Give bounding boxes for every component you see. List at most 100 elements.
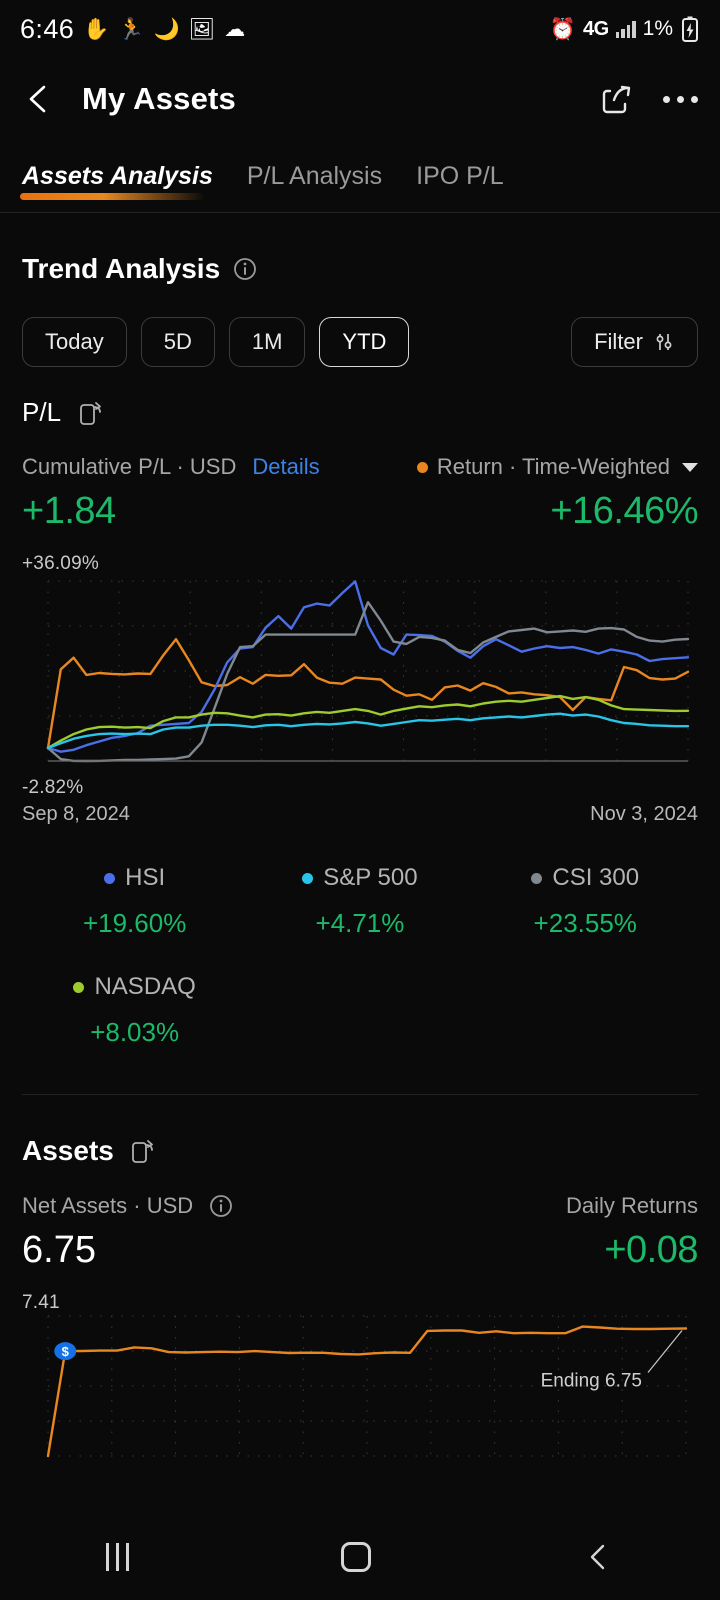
pl-label: P/L xyxy=(22,397,62,427)
daily-returns-group: Daily Returns xyxy=(566,1193,698,1219)
tab-assets-analysis[interactable]: Assets Analysis xyxy=(20,162,213,202)
page-title: My Assets xyxy=(82,81,236,116)
trend-title-row: Trend Analysis xyxy=(22,253,698,285)
assets-chart-svg: $ Ending 6.75 xyxy=(46,1315,688,1458)
legend-item-nasdaq[interactable]: NASDAQ +8.03% xyxy=(22,973,247,1048)
details-link[interactable]: Details xyxy=(252,454,319,480)
alarm-icon: ⏰ xyxy=(549,17,576,41)
image-icon: 🖼 xyxy=(188,17,216,41)
net-assets-group: Net Assets · USD xyxy=(22,1193,233,1219)
pl-values-row: +1.84 +16.46% xyxy=(22,490,698,533)
legend-csi300-value: +23.55% xyxy=(533,908,637,938)
return-dropdown[interactable]: Return · Time-Weighted xyxy=(416,454,698,480)
home-icon[interactable] xyxy=(341,1542,372,1572)
legend-item-csi300[interactable]: CSI 300 +23.55% xyxy=(473,864,698,939)
rotate-screen-icon[interactable] xyxy=(75,398,105,428)
battery-percent: 1% xyxy=(642,17,673,40)
net-assets-value: 6.75 xyxy=(22,1229,96,1271)
period-today[interactable]: Today xyxy=(22,317,127,367)
return-label: Return · Time-Weighted xyxy=(436,454,670,479)
legend-csi300-name: CSI 300 xyxy=(552,864,640,891)
network-type: 4G xyxy=(582,17,609,40)
legend-empty-1 xyxy=(247,973,472,1048)
back-icon[interactable] xyxy=(584,1542,614,1572)
legend-csi300-head: CSI 300 xyxy=(473,864,698,892)
status-time: 6:46 xyxy=(20,13,75,44)
section-divider xyxy=(22,1094,698,1095)
legend-sp500-head: S&P 500 xyxy=(247,864,472,892)
period-selector: Today 5D 1M YTD Filter xyxy=(22,317,698,367)
info-icon[interactable] xyxy=(233,257,257,281)
legend-sp500-name: S&P 500 xyxy=(323,864,418,891)
net-assets-label: Net Assets · USD xyxy=(22,1193,194,1218)
assets-title: Assets xyxy=(22,1135,114,1166)
assets-meta-row: Net Assets · USD Daily Returns xyxy=(22,1193,698,1219)
legend-dot-nasdaq xyxy=(73,981,85,993)
filter-label: Filter xyxy=(594,329,643,354)
signal-bars-icon xyxy=(615,20,636,38)
trend-legend: HSI +19.60% S&P 500 +4.71% CSI 300 +23.5… xyxy=(22,864,698,1048)
legend-nasdaq-name: NASDAQ xyxy=(94,973,196,1000)
daily-returns-label: Daily Returns xyxy=(565,1193,698,1218)
moon-icon: 🌙 xyxy=(153,17,180,41)
more-options-icon[interactable] xyxy=(663,95,698,103)
status-bar-left: 6:46 ✋ 🏃 🌙 🖼 ☁ xyxy=(20,14,245,45)
android-nav-bar xyxy=(0,1514,720,1600)
daily-returns-value: +0.08 xyxy=(604,1229,698,1271)
status-bar: 6:46 ✋ 🏃 🌙 🖼 ☁ ⏰ 4G 1% xyxy=(0,0,720,58)
trend-chart-svg xyxy=(46,580,690,763)
return-value: +16.46% xyxy=(550,490,698,532)
legend-dot-sp500 xyxy=(302,872,314,884)
trend-chart[interactable]: +36.09% -2.82% xyxy=(22,553,698,798)
legend-dot-csi300 xyxy=(531,872,543,884)
app-bar: My Assets xyxy=(0,58,720,140)
tab-ipo-pl[interactable]: IPO P/L xyxy=(416,162,504,202)
legend-nasdaq-value: +8.03% xyxy=(90,1017,180,1047)
info-icon[interactable] xyxy=(209,1194,233,1218)
assets-values-row: 6.75 +0.08 xyxy=(22,1229,698,1272)
period-1m[interactable]: 1M xyxy=(228,317,306,367)
hand-icon: ✋ xyxy=(83,17,110,41)
trend-start-date: Sep 8, 2024 xyxy=(22,803,130,825)
legend-row-2: NASDAQ +8.03% xyxy=(22,973,698,1048)
cumulative-pl-value: +1.84 xyxy=(22,490,116,532)
sliders-icon xyxy=(656,334,672,350)
legend-row-1: HSI +19.60% S&P 500 +4.71% CSI 300 +23.5… xyxy=(22,864,698,939)
svg-text:$: $ xyxy=(62,1344,70,1359)
tab-bar: Assets Analysis P/L Analysis IPO P/L xyxy=(0,140,720,202)
period-5d[interactable]: 5D xyxy=(140,317,215,367)
legend-dot-hsi xyxy=(104,872,116,884)
legend-hsi-value: +19.60% xyxy=(82,908,187,938)
legend-nasdaq-head: NASDAQ xyxy=(22,973,247,1001)
tab-pl-analysis[interactable]: P/L Analysis xyxy=(247,162,382,202)
legend-item-sp500[interactable]: S&P 500 +4.71% xyxy=(247,864,472,939)
trend-date-range: Sep 8, 2024 Nov 3, 2024 xyxy=(22,803,698,826)
svg-text:Ending 6.75: Ending 6.75 xyxy=(541,1370,642,1391)
chevron-down-icon xyxy=(682,462,698,472)
cumulative-group: Cumulative P/L · USD Details xyxy=(22,454,320,480)
return-series-dot xyxy=(416,461,428,473)
pl-meta-row: Cumulative P/L · USD Details Return · Ti… xyxy=(22,454,698,480)
period-ytd[interactable]: YTD xyxy=(319,317,410,367)
assets-section: Assets Net Assets · USD Daily Returns 6.… xyxy=(0,1135,720,1474)
trend-end-date: Nov 3, 2024 xyxy=(590,803,698,825)
share-icon[interactable] xyxy=(597,79,637,119)
legend-hsi-head: HSI xyxy=(22,864,247,892)
battery-charging-icon xyxy=(682,16,698,42)
back-chevron-icon[interactable] xyxy=(22,82,56,116)
rotate-screen-icon[interactable] xyxy=(127,1136,157,1166)
assets-title-row: Assets xyxy=(22,1135,698,1167)
tab-divider xyxy=(0,212,720,213)
trend-analysis-title: Trend Analysis xyxy=(22,253,221,284)
legend-item-hsi[interactable]: HSI +19.60% xyxy=(22,864,247,939)
running-icon: 🏃 xyxy=(118,17,145,41)
status-bar-right: ⏰ 4G 1% xyxy=(550,15,700,43)
assets-chart[interactable]: 7.41 $ Ending 6.75 xyxy=(22,1292,698,1474)
cumulative-pl-label: Cumulative P/L · USD xyxy=(22,454,237,479)
recents-icon[interactable] xyxy=(106,1543,130,1571)
filter-button[interactable]: Filter xyxy=(571,317,698,367)
pl-header-row: P/L xyxy=(22,397,698,428)
trend-analysis-section: Trend Analysis Today 5D 1M YTD Filter P/… xyxy=(0,253,720,1048)
legend-hsi-name: HSI xyxy=(125,864,166,891)
legend-sp500-value: +4.71% xyxy=(315,908,405,938)
